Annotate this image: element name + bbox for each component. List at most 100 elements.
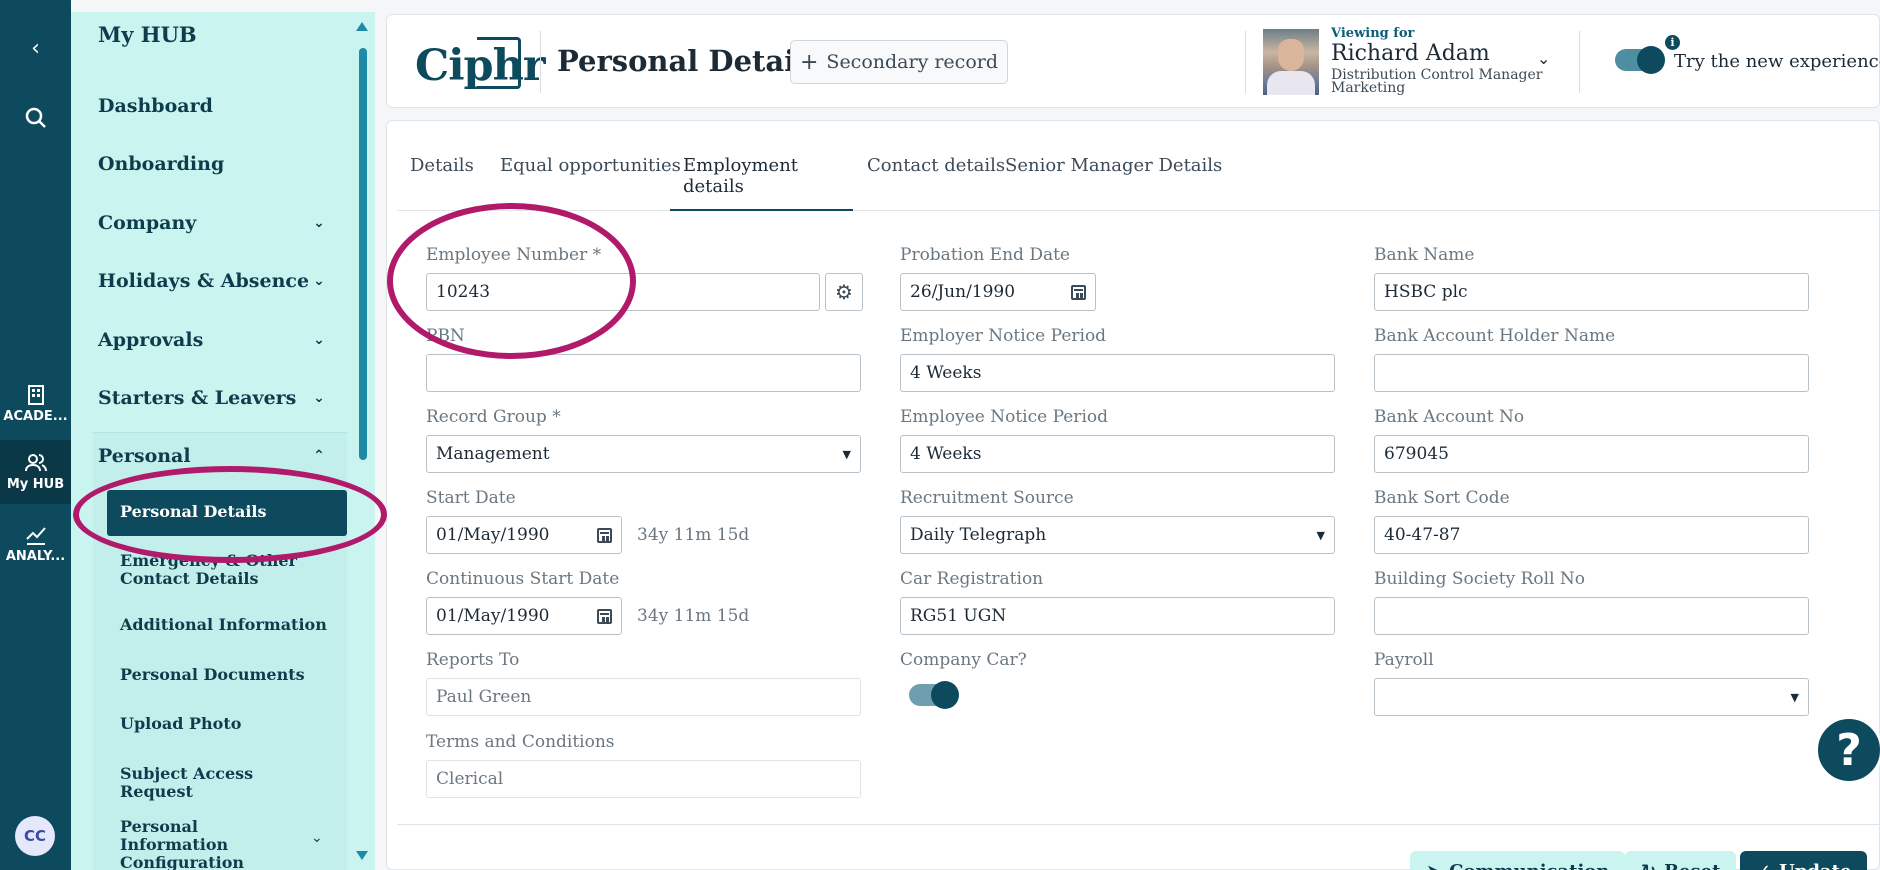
page-title: Personal Details: [557, 44, 823, 78]
tab-senior-manager-details[interactable]: Senior Manager Details: [992, 155, 1235, 211]
rail-item-academy[interactable]: ACADE...: [0, 378, 71, 430]
chevron-down-icon: ⌄: [311, 830, 323, 846]
tab-bar: Details Equal opportunities Employment d…: [397, 121, 1880, 211]
gear-icon: ⚙: [835, 280, 853, 304]
pbn-field[interactable]: [426, 354, 861, 392]
rail-item-label: ACADE...: [3, 408, 68, 424]
reset-button[interactable]: ↻ Reset: [1625, 851, 1737, 870]
bank-name-label: Bank Name: [1374, 245, 1475, 265]
annotation-ellipse-personal-details: [73, 466, 387, 563]
car-registration-label: Car Registration: [900, 569, 1044, 589]
search-button[interactable]: [0, 92, 71, 144]
start-date-label: Start Date: [426, 488, 516, 508]
car-registration-field[interactable]: RG51 UGN: [900, 597, 1335, 635]
collapse-button[interactable]: ‹: [0, 22, 71, 74]
rail-item-my-hub[interactable]: My HUB: [0, 440, 71, 504]
probation-end-label: Probation End Date: [900, 245, 1070, 265]
terms-value: Clerical: [436, 769, 504, 789]
payroll-select[interactable]: ▼: [1374, 678, 1809, 716]
sidebar-item-label: Personal: [98, 445, 191, 467]
sidebar-item-company[interactable]: Company ⌄: [98, 203, 328, 243]
ciphr-logo[interactable]: Ciphr: [413, 35, 546, 91]
employer-notice-field[interactable]: 4 Weeks: [900, 354, 1335, 392]
new-experience-toggle[interactable]: [1615, 46, 1665, 74]
sidebar-item-approvals[interactable]: Approvals ⌄: [98, 320, 328, 360]
avatar[interactable]: CC: [15, 816, 55, 856]
tab-details[interactable]: Details: [397, 155, 487, 211]
rail-item-analytics[interactable]: ANALY...: [0, 516, 71, 572]
record-group-value: Management: [436, 444, 550, 464]
sort-code-field[interactable]: 40-47-87: [1374, 516, 1809, 554]
reports-to-label: Reports To: [426, 650, 520, 670]
sidebar-sub-subject-access[interactable]: Subject Access Request: [120, 765, 330, 801]
photo-face: [1278, 39, 1304, 71]
help-button[interactable]: ?: [1815, 716, 1880, 784]
sidebar-item-label: Holidays & Absence: [98, 270, 310, 292]
probation-end-field[interactable]: 26/Jun/1990: [900, 273, 1096, 311]
sidebar-item-holidays[interactable]: Holidays & Absence ⌄: [98, 261, 328, 301]
chevron-down-icon[interactable]: ⌄: [1537, 49, 1550, 68]
account-no-field[interactable]: 679045: [1374, 435, 1809, 473]
sidebar-sub-personal-info-config[interactable]: Personal Information Configuration: [120, 818, 310, 870]
try-new-experience-label: Try the new experience: [1674, 51, 1880, 72]
continuous-start-value: 01/May/1990: [436, 606, 550, 626]
check-icon: ✓: [1756, 861, 1771, 870]
account-holder-field[interactable]: [1374, 354, 1809, 392]
calendar-icon[interactable]: [1071, 284, 1086, 300]
sidebar-sub-personal-documents[interactable]: Personal Documents: [120, 666, 330, 684]
divider: [1245, 31, 1246, 93]
sidebar-sub-upload-photo[interactable]: Upload Photo: [120, 715, 330, 733]
chevron-down-icon: ⌄: [313, 332, 325, 348]
sidebar-sub-additional-info[interactable]: Additional Information: [120, 616, 330, 634]
photo-body: [1267, 71, 1315, 95]
employee-notice-field[interactable]: 4 Weeks: [900, 435, 1335, 473]
secondary-record-button[interactable]: + Secondary record: [790, 40, 1008, 84]
sidebar-item-label: Approvals: [98, 329, 204, 351]
tab-employment-details[interactable]: Employment details: [670, 155, 853, 211]
users-icon: [24, 453, 47, 471]
sidebar-item-label: Company: [98, 212, 197, 234]
dropdown-caret-icon: ▼: [1316, 528, 1325, 542]
start-date-field[interactable]: 01/May/1990: [426, 516, 622, 554]
header: Ciphr Personal Details + Secondary recor…: [386, 14, 1880, 108]
sidebar-scrollbar[interactable]: [359, 48, 367, 460]
info-icon[interactable]: i: [1665, 35, 1680, 50]
continuous-start-label: Continuous Start Date: [426, 569, 620, 589]
recruitment-source-select[interactable]: Daily Telegraph ▼: [900, 516, 1335, 554]
send-icon: ➤: [1426, 861, 1441, 870]
viewing-name[interactable]: Richard Adam: [1331, 41, 1490, 66]
annotation-ellipse-employee-number: [387, 203, 636, 359]
sidebar-item-label: Starters & Leavers: [98, 387, 297, 409]
plus-icon: +: [799, 49, 819, 75]
scroll-down-arrow[interactable]: [356, 851, 368, 860]
communication-button[interactable]: ➤ Communication: [1410, 851, 1626, 870]
account-no-label: Bank Account No: [1374, 407, 1525, 427]
employer-notice-label: Employer Notice Period: [900, 326, 1107, 346]
bank-name-field[interactable]: HSBC plc: [1374, 273, 1809, 311]
building-society-field[interactable]: [1374, 597, 1809, 635]
update-label: Update: [1779, 861, 1851, 870]
update-button[interactable]: ✓ Update: [1740, 851, 1868, 870]
toggle-knob: [931, 681, 959, 709]
scroll-up-arrow[interactable]: [356, 22, 368, 31]
record-group-select[interactable]: Management ▼: [426, 435, 861, 473]
logo-bracket: [477, 37, 521, 89]
employee-number-settings-button[interactable]: ⚙: [825, 273, 863, 311]
communication-label: Communication: [1449, 861, 1609, 870]
viewing-job: Distribution Control Manager Marketing: [1331, 68, 1542, 95]
continuous-start-duration: 34y 11m 15d: [637, 606, 750, 626]
bank-name-value: HSBC plc: [1384, 282, 1468, 302]
calendar-icon[interactable]: [597, 527, 612, 543]
car-registration-value: RG51 UGN: [910, 606, 1007, 626]
sidebar-item-dashboard[interactable]: Dashboard: [98, 86, 328, 126]
sidebar-item-label: Onboarding: [98, 153, 225, 175]
employee-photo: [1263, 29, 1319, 95]
calendar-icon[interactable]: [597, 608, 612, 624]
account-holder-label: Bank Account Holder Name: [1374, 326, 1616, 346]
sidebar-item-starters-leavers[interactable]: Starters & Leavers ⌄: [98, 378, 328, 418]
continuous-start-field[interactable]: 01/May/1990: [426, 597, 622, 635]
sidebar-item-onboarding[interactable]: Onboarding: [98, 144, 328, 184]
company-car-toggle[interactable]: [909, 681, 959, 709]
reports-to-value: Paul Green: [436, 687, 532, 707]
terms-label: Terms and Conditions: [426, 732, 615, 752]
